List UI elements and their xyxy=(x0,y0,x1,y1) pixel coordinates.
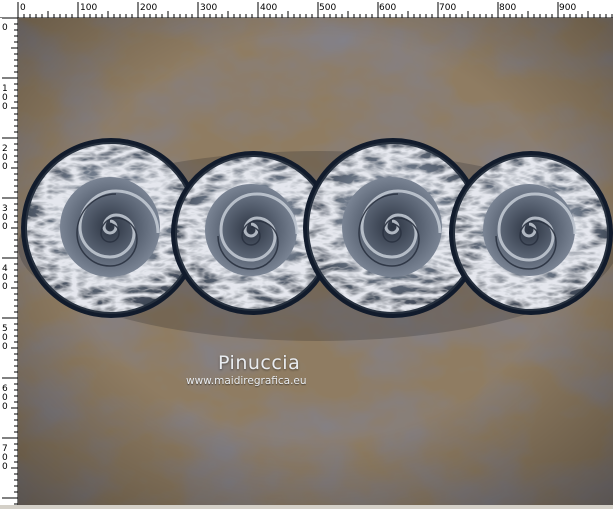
image-canvas[interactable]: Pinuccia www.maidiregrafica.eu xyxy=(18,18,613,505)
ruler-label-800: 800 xyxy=(499,3,516,13)
vruler-label-0: 0 xyxy=(2,23,8,33)
watermark-url: www.maidiregrafica.eu xyxy=(186,375,307,387)
canvas-artwork xyxy=(18,18,613,505)
vruler-label-700-d3: 0 xyxy=(2,462,8,472)
ruler-label-200: 200 xyxy=(140,3,157,13)
ruler-label-900: 900 xyxy=(559,3,576,13)
vruler-label-300-d3: 0 xyxy=(2,222,8,232)
ruler-label-300: 300 xyxy=(200,3,217,13)
vertical-ruler-ticks: 0 1 0 0 2 0 0 3 0 0 4 0 0 5 0 0 6 0 0 7 … xyxy=(2,17,18,505)
vruler-label-400-d3: 0 xyxy=(2,282,8,292)
ruler-label-700: 700 xyxy=(439,3,456,13)
ruler-label-100: 100 xyxy=(80,3,97,13)
vruler-label-100-d3: 0 xyxy=(2,102,8,112)
ruler-label-500: 500 xyxy=(319,3,336,13)
metal-disc-4 xyxy=(449,151,613,315)
vruler-label-600-d3: 0 xyxy=(2,402,8,412)
vertical-ruler: 0 1 0 0 2 0 0 3 0 0 4 0 0 5 0 0 6 0 0 7 … xyxy=(0,17,18,505)
watermark-title: Pinuccia xyxy=(218,352,301,374)
horizontal-ruler: 0 100 200 300 400 500 600 700 800 900 xyxy=(0,0,613,18)
ruler-label-600: 600 xyxy=(379,3,396,13)
ruler-label-0: 0 xyxy=(20,3,26,13)
ruler-label-400: 400 xyxy=(260,3,277,13)
vruler-label-500-d3: 0 xyxy=(2,342,8,352)
vruler-label-200-d3: 0 xyxy=(2,162,8,172)
horizontal-ruler-ticks: 0 100 200 300 400 500 600 700 800 900 xyxy=(17,2,613,18)
